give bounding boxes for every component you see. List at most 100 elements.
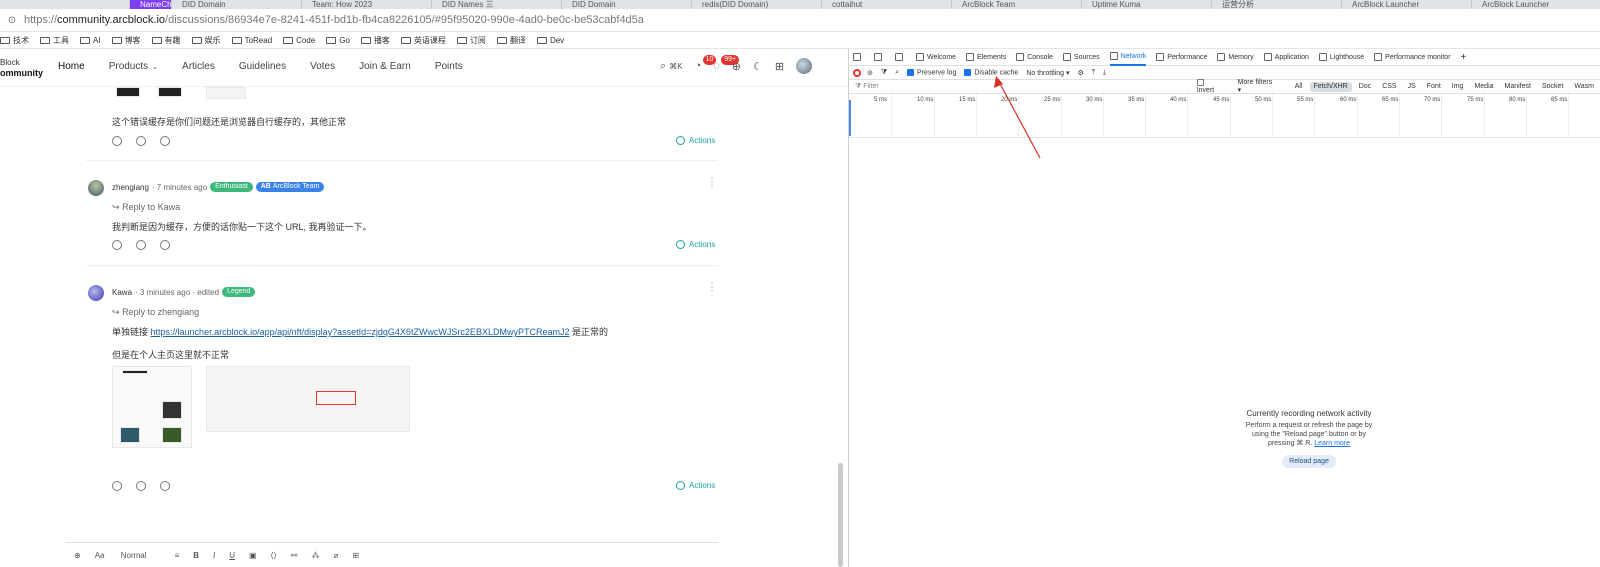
- bookmark-folder[interactable]: AI: [80, 36, 101, 45]
- nav-products[interactable]: Products ⌄: [109, 61, 158, 72]
- nav-home[interactable]: Home: [58, 61, 85, 72]
- nav-points[interactable]: Points: [435, 61, 463, 72]
- filter-icon[interactable]: ⧩: [881, 69, 887, 77]
- more-icon[interactable]: ⋮: [707, 282, 717, 293]
- actions-button[interactable]: Actions: [676, 481, 715, 491]
- messages-button[interactable]: ◌ 99+: [713, 55, 740, 72]
- browser-tab[interactable]: ArcBlock Launcher: [1342, 0, 1472, 9]
- tip-icon[interactable]: [160, 240, 170, 250]
- filter-img[interactable]: Img: [1448, 82, 1468, 92]
- bookmark-folder[interactable]: Dev: [536, 36, 564, 45]
- browser-tab[interactable]: Team: How 2023: [302, 0, 432, 9]
- tab-performance[interactable]: Performance: [1156, 53, 1207, 61]
- browser-tab[interactable]: ArcBlock Team: [952, 0, 1082, 9]
- tab-console[interactable]: Console: [1016, 53, 1053, 61]
- more-icon[interactable]: ⋮: [707, 177, 717, 188]
- browser-tab[interactable]: DID Domain: [172, 0, 302, 9]
- browser-tab[interactable]: DID Names 三: [432, 0, 562, 9]
- italic-icon[interactable]: I: [213, 551, 215, 560]
- reaction-icon[interactable]: [112, 240, 122, 250]
- browser-tab[interactable]: cottaihut: [822, 0, 952, 9]
- link-icon[interactable]: ⚯: [291, 551, 298, 560]
- apps-button[interactable]: ⊞: [775, 60, 784, 73]
- reply-icon[interactable]: [136, 136, 146, 146]
- browser-tab[interactable]: NameCheap: [130, 0, 172, 9]
- notification-button[interactable]: ◔ 10: [695, 55, 717, 72]
- page-scrollbar[interactable]: [838, 463, 843, 567]
- network-conditions-icon[interactable]: ⚙: [1078, 69, 1084, 77]
- learn-more-link[interactable]: Learn more: [1314, 440, 1350, 447]
- dock-icon[interactable]: [895, 53, 906, 61]
- search-button[interactable]: ⌕ ⌘K: [660, 60, 683, 73]
- tip-icon[interactable]: [160, 136, 170, 146]
- tab-network[interactable]: Network: [1109, 49, 1147, 66]
- nav-votes[interactable]: Votes: [310, 61, 335, 72]
- tab-application[interactable]: Application: [1263, 53, 1309, 61]
- bookmark-folder[interactable]: 翻译: [496, 35, 526, 46]
- tip-icon[interactable]: [160, 481, 170, 491]
- bookmark-folder[interactable]: ToRead: [231, 36, 272, 45]
- language-button[interactable]: ⊕: [732, 60, 741, 73]
- bookmark-folder[interactable]: 娱乐: [191, 35, 221, 46]
- browser-tab[interactable]: ArcBlock Launcher: [1472, 0, 1600, 9]
- filter-fetch-xhr[interactable]: Fetch/XHR: [1309, 81, 1352, 92]
- comment-image[interactable]: [122, 370, 148, 374]
- browser-tab[interactable]: DID Domain: [562, 0, 692, 9]
- reaction-icon[interactable]: [112, 136, 122, 146]
- bookmark-folder[interactable]: 有趣: [151, 35, 181, 46]
- comment-image[interactable]: [120, 427, 140, 443]
- url-text[interactable]: https://community.arcblock.io/discussion…: [24, 14, 644, 26]
- browser-tab[interactable]: [0, 0, 130, 9]
- address-bar[interactable]: ⊙ https://community.arcblock.io/discussi…: [0, 9, 1600, 32]
- invert-checkbox[interactable]: Invert: [1196, 79, 1224, 94]
- bookmark-folder[interactable]: 工具: [40, 35, 69, 46]
- export-icon[interactable]: ⤓: [1103, 69, 1106, 77]
- comment-image[interactable]: [206, 366, 410, 432]
- record-icon[interactable]: [853, 68, 861, 77]
- highlight-icon[interactable]: ⁂: [312, 551, 320, 560]
- comment-author[interactable]: zhengiang: [112, 183, 149, 192]
- avatar[interactable]: [88, 285, 104, 301]
- bookmark-folder[interactable]: 英语课程: [400, 35, 446, 46]
- bookmark-folder[interactable]: 博客: [111, 35, 141, 46]
- reply-to[interactable]: ↪ Reply to zhengiang: [112, 307, 199, 318]
- bookmark-folder[interactable]: 订阅: [456, 35, 486, 46]
- filter-manifest[interactable]: Manifest: [1501, 82, 1535, 92]
- bookmark-folder[interactable]: 技术: [0, 35, 29, 46]
- add-icon[interactable]: ⊕: [74, 551, 81, 560]
- browser-tab[interactable]: redis(DID Domain): [692, 0, 822, 9]
- filter-socket[interactable]: Socket: [1538, 82, 1567, 92]
- nav-join-earn[interactable]: Join & Earn: [359, 61, 411, 72]
- filter-font[interactable]: Font: [1423, 82, 1445, 92]
- nav-guidelines[interactable]: Guidelines: [239, 61, 286, 72]
- reply-icon[interactable]: [136, 481, 146, 491]
- actions-button[interactable]: Actions: [676, 136, 715, 146]
- tab-sources[interactable]: Sources: [1062, 53, 1100, 61]
- actions-button[interactable]: Actions: [676, 240, 715, 250]
- import-icon[interactable]: ⤒: [1092, 69, 1095, 77]
- reload-page-button[interactable]: Reload page: [1282, 455, 1336, 468]
- network-overview-timeline[interactable]: 5 ms10 ms15 ms20 ms25 ms30 ms35 ms40 ms4…: [849, 94, 1600, 138]
- filter-wasm[interactable]: Wasm: [1570, 82, 1598, 92]
- filter-doc[interactable]: Doc: [1355, 82, 1375, 92]
- add-tab-icon[interactable]: +: [1461, 52, 1467, 63]
- avatar[interactable]: [88, 180, 104, 196]
- tab-memory[interactable]: Memory: [1217, 53, 1254, 61]
- reaction-icon[interactable]: [112, 481, 122, 491]
- bookmark-folder[interactable]: Code: [283, 36, 315, 45]
- bookmark-folder[interactable]: Go: [326, 36, 350, 45]
- comment-image[interactable]: [116, 87, 140, 97]
- underline-icon[interactable]: U: [229, 551, 235, 560]
- bookmark-folder[interactable]: 播客: [360, 35, 390, 46]
- comment-author[interactable]: Kawa: [112, 288, 132, 297]
- code-icon[interactable]: ⟨⟩: [271, 551, 277, 560]
- table-icon[interactable]: ⊞: [352, 551, 359, 560]
- bold-icon[interactable]: B: [193, 551, 199, 560]
- browser-tab[interactable]: Uptime Kuma: [1082, 0, 1212, 9]
- filter-all[interactable]: All: [1291, 82, 1307, 92]
- align-icon[interactable]: ≡: [175, 551, 180, 560]
- avatar[interactable]: [796, 58, 813, 74]
- more-filters-select[interactable]: More filters ▾: [1238, 79, 1277, 94]
- text-style-select[interactable]: Aa Normal: [95, 551, 161, 560]
- tab-welcome[interactable]: Welcome: [916, 53, 956, 61]
